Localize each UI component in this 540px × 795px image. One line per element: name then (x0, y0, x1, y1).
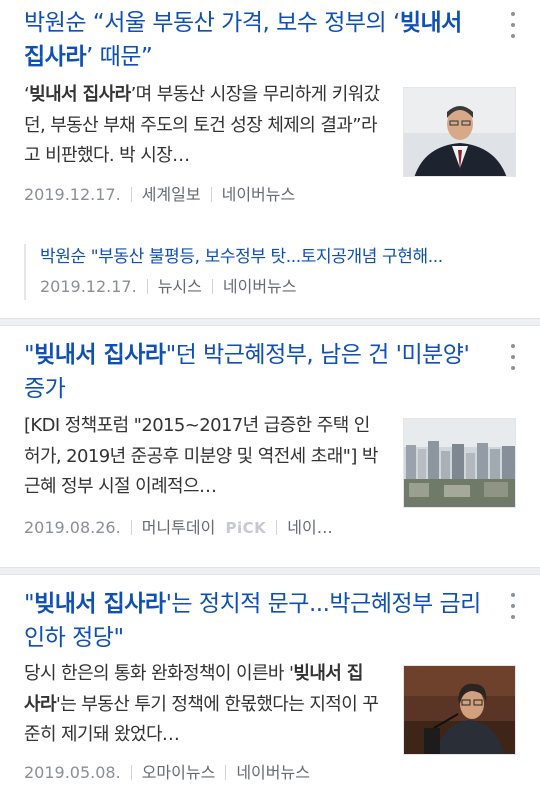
portrait-photo-icon[interactable] (403, 87, 516, 177)
city-apartments-photo-icon[interactable] (403, 418, 516, 508)
article-meta: 2019.05.08. 오마이뉴스 네이버뉴스 (24, 761, 516, 785)
article-source[interactable]: 세계일보 (142, 185, 201, 204)
article-title[interactable]: "빚내서 집사라"던 박근혜정부, 남은 건 '미분양' 증가 (24, 338, 484, 406)
article-date: 2019.05.08. (24, 763, 121, 782)
news-item: 박원순 “서울 부동산 가격, 보수 정부의 ‘빚내서 집사라’ 때문” ‘빚내… (0, 0, 540, 318)
article-source[interactable]: 오마이뉴스 (142, 763, 216, 782)
related-article: 박원순 "부동산 불평등, 보수정부 탓...토지공개념 구현해... 2019… (24, 244, 516, 300)
article-source[interactable]: 뉴시스 (158, 277, 202, 296)
article-meta: 2019.12.17. 세계일보 네이버뉴스 (24, 183, 516, 207)
more-options-icon[interactable] (506, 12, 520, 38)
news-item: "빚내서 집사라'는 정치적 문구...박근혜정부 금리인하 정당" 당시 한은… (0, 575, 540, 795)
highlight-keyword: 빚내서 집사라 (34, 342, 166, 368)
article-summary[interactable]: 당시 한은의 통화 완화정책이 이른바 '빚내서 집 사라'는 부동산 투기 정… (24, 659, 380, 751)
news-item: "빚내서 집사라"던 박근혜정부, 남은 건 '미분양' 증가 [KDI 정책포… (0, 326, 540, 567)
naver-news-link[interactable]: 네이버뉴스 (236, 763, 310, 782)
divider (0, 567, 540, 575)
more-options-icon[interactable] (506, 593, 520, 619)
article-date: 2019.12.17. (40, 277, 137, 296)
article-source[interactable]: 머니투데이 (142, 518, 216, 537)
article-meta: 2019.08.26. 머니투데이 PiCK 네이… (24, 516, 516, 540)
naver-news-link[interactable]: 네이버뉴스 (222, 185, 296, 204)
more-options-icon[interactable] (506, 344, 520, 370)
article-summary[interactable]: ‘빚내서 집사라’며 부동산 시장을 무리하게 키워갔던, 부동산 부채 주도의… (24, 80, 380, 172)
article-title[interactable]: "빚내서 집사라'는 정치적 문구...박근혜정부 금리인하 정당" (24, 587, 484, 655)
related-article-title[interactable]: 박원순 "부동산 불평등, 보수정부 탓...토지공개념 구현해... (40, 244, 516, 270)
highlight-keyword: 빚내서 집사라 (34, 591, 166, 617)
speaker-photo-icon[interactable] (403, 665, 516, 755)
pick-badge: PiCK (225, 519, 267, 537)
article-date: 2019.12.17. (24, 185, 121, 204)
naver-news-link[interactable]: 네이… (287, 518, 332, 537)
article-date: 2019.08.26. (24, 518, 121, 537)
article-title[interactable]: 박원순 “서울 부동산 가격, 보수 정부의 ‘빚내서 집사라’ 때문” (24, 6, 484, 74)
naver-news-link[interactable]: 네이버뉴스 (223, 277, 297, 296)
related-article-meta: 2019.12.17. 뉴시스 네이버뉴스 (40, 274, 516, 300)
divider (0, 318, 540, 326)
article-summary[interactable]: [KDI 정책포럼 "2015~2017년 급증한 주택 인허가, 2019년 … (24, 411, 380, 503)
highlight-keyword: 빚내서 집사라 (29, 84, 131, 105)
